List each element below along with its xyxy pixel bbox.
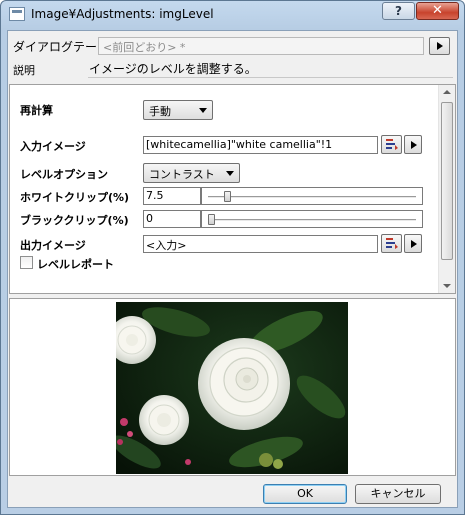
input-image-menu-button[interactable] <box>404 135 422 154</box>
close-button[interactable]: ✕ <box>416 2 459 20</box>
theme-field[interactable]: <前回どおり> * <box>98 37 424 55</box>
scroll-down-icon[interactable] <box>443 284 451 288</box>
worksheet-select-icon <box>386 238 398 249</box>
output-image-menu-button[interactable] <box>404 234 422 253</box>
black-clip-slider[interactable] <box>201 210 423 228</box>
title-bar[interactable]: Image¥Adjustments: imgLevel ? ✕ <box>1 1 464 29</box>
input-image-select-button[interactable] <box>381 135 402 154</box>
slider-track <box>208 219 416 221</box>
ok-button[interactable]: OK <box>263 484 347 504</box>
camellia-preview-image <box>116 302 348 474</box>
output-image-label: 出力イメージ <box>20 239 86 252</box>
chevron-down-icon <box>199 108 207 113</box>
output-image-select-button[interactable] <box>381 234 402 253</box>
triangle-right-icon <box>437 42 443 50</box>
input-image-label: 入力イメージ <box>20 140 86 153</box>
slider-track <box>208 196 416 198</box>
triangle-right-icon <box>411 240 417 248</box>
window-title: Image¥Adjustments: imgLevel <box>31 7 214 21</box>
scroll-up-icon[interactable] <box>443 90 451 94</box>
slider-thumb[interactable] <box>224 191 232 202</box>
recalc-label: 再計算 <box>20 104 53 117</box>
level-option-value: コントラスト <box>149 168 215 181</box>
white-clip-label: ホワイトクリップ(%) <box>20 191 130 204</box>
level-option-label: レベルオプション <box>20 168 108 181</box>
black-clip-label: ブラッククリップ(%) <box>20 214 129 227</box>
scroll-thumb[interactable] <box>441 102 453 260</box>
recalc-dropdown[interactable]: 手動 <box>143 100 213 120</box>
help-button[interactable]: ? <box>382 2 415 20</box>
slider-thumb[interactable] <box>208 214 215 225</box>
dialog-window: Image¥Adjustments: imgLevel ? ✕ ダイアログテーマ… <box>0 0 465 515</box>
image-preview-panel <box>9 298 456 476</box>
input-image-field[interactable]: [whitecamellia]"white camellia"!1 <box>143 136 378 154</box>
window-icon <box>9 7 25 21</box>
white-clip-input[interactable]: 7.5 <box>143 187 201 205</box>
output-image-field[interactable]: <入力> <box>143 235 378 253</box>
worksheet-select-icon <box>386 139 398 150</box>
settings-panel: 再計算 手動 入力イメージ [whitecamellia]"white came… <box>9 84 456 294</box>
theme-label: ダイアログテーマ <box>13 40 110 54</box>
settings-scrollbar[interactable] <box>438 85 455 293</box>
black-clip-input[interactable]: 0 <box>143 210 201 228</box>
description-text: イメージのレベルを調整する。 <box>88 60 453 78</box>
chevron-down-icon <box>226 171 234 176</box>
dialog-client: ダイアログテーマ <前回どおり> * 説明 イメージのレベルを調整する。 再計算… <box>7 30 458 508</box>
triangle-right-icon <box>411 141 417 149</box>
white-clip-slider[interactable] <box>201 187 423 205</box>
level-report-checkbox[interactable] <box>20 256 33 269</box>
description-label: 説明 <box>13 64 35 77</box>
cancel-button[interactable]: キャンセル <box>355 484 441 504</box>
level-report-label: レベルレポート <box>37 258 114 271</box>
theme-menu-button[interactable] <box>429 37 450 55</box>
recalc-value: 手動 <box>149 105 171 118</box>
level-option-dropdown[interactable]: コントラスト <box>143 163 240 183</box>
